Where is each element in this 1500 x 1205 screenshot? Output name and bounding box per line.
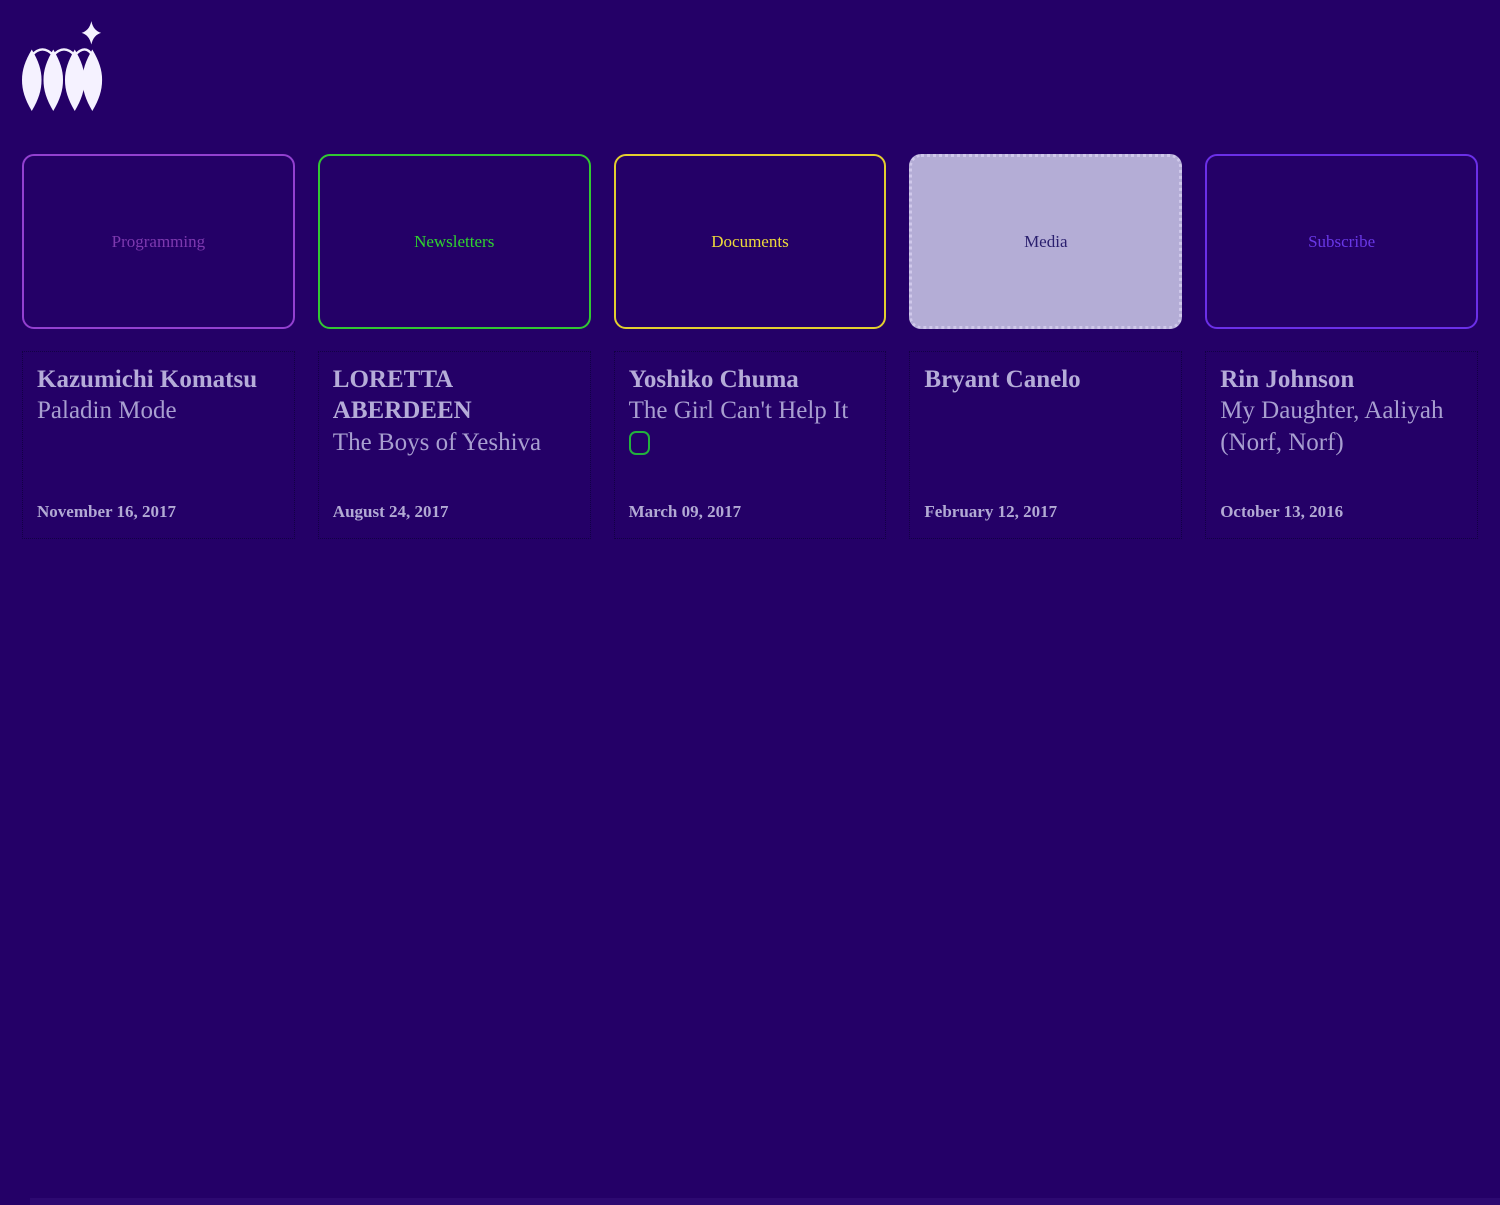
post-artist: Yoshiko Chuma bbox=[628, 366, 799, 393]
nav-item-label: Programming bbox=[111, 231, 206, 251]
nav-item-newsletters[interactable]: Newsletters bbox=[317, 154, 591, 329]
nav-item-label: Newsletters bbox=[414, 231, 495, 251]
horizontal-scrollbar[interactable] bbox=[30, 1198, 1500, 1205]
post-date: February 12, 2017 bbox=[924, 502, 1058, 521]
site-header bbox=[0, 0, 1500, 120]
post-card[interactable]: Rin Johnson My Daughter, Aaliyah (Norf, … bbox=[1205, 351, 1478, 539]
nav-item-label: Documents bbox=[711, 231, 789, 251]
mi-blackletter-logo-icon bbox=[22, 21, 103, 111]
page: Programming Newsletters Documents Media … bbox=[0, 0, 1500, 1205]
post-date: October 13, 2016 bbox=[1220, 502, 1344, 521]
post-card[interactable]: Yoshiko Chuma The Girl Can't Help It Mar… bbox=[613, 351, 887, 539]
nav-item-subscribe[interactable]: Subscribe bbox=[1205, 154, 1478, 329]
nav-item-media[interactable]: Media bbox=[909, 154, 1183, 329]
post-date: March 09, 2017 bbox=[628, 502, 742, 521]
nav-item-programming[interactable]: Programming bbox=[22, 154, 295, 329]
post-card-body: Bryant Canelo bbox=[924, 364, 1167, 395]
post-card[interactable]: Bryant Canelo February 12, 2017 bbox=[909, 351, 1183, 539]
post-card-body: Kazumichi Komatsu Paladin Mode bbox=[37, 364, 280, 427]
nav-item-label: Subscribe bbox=[1308, 231, 1376, 251]
post-artist: LORETTA ABERDEEN bbox=[332, 366, 472, 425]
post-date: November 16, 2017 bbox=[37, 502, 176, 521]
post-artist: Rin Johnson bbox=[1220, 366, 1355, 393]
post-title: My Daughter, Aaliyah (Norf, Norf) bbox=[1220, 397, 1444, 456]
post-card[interactable]: LORETTA ABERDEEN The Boys of Yeshiva Aug… bbox=[317, 351, 591, 539]
green-rounded-square-icon bbox=[628, 430, 650, 455]
posts-list: Kazumichi Komatsu Paladin Mode November … bbox=[0, 351, 1500, 539]
post-title: Paladin Mode bbox=[37, 397, 177, 425]
post-date: August 24, 2017 bbox=[332, 502, 449, 521]
post-card-body: Rin Johnson My Daughter, Aaliyah (Norf, … bbox=[1220, 364, 1463, 458]
post-card[interactable]: Kazumichi Komatsu Paladin Mode November … bbox=[22, 351, 295, 539]
nav-item-documents[interactable]: Documents bbox=[613, 154, 887, 329]
post-card-body: Yoshiko Chuma The Girl Can't Help It bbox=[628, 364, 872, 460]
post-artist: Kazumichi Komatsu bbox=[37, 366, 258, 393]
post-card-body: LORETTA ABERDEEN The Boys of Yeshiva bbox=[333, 364, 576, 458]
post-title: The Boys of Yeshiva bbox=[332, 428, 542, 456]
nav-item-label: Media bbox=[1024, 231, 1068, 251]
home-logo-link[interactable] bbox=[22, 15, 1500, 121]
post-title: The Girl Can't Help It bbox=[628, 397, 849, 425]
post-artist: Bryant Canelo bbox=[924, 366, 1081, 393]
primary-nav: Programming Newsletters Documents Media … bbox=[0, 154, 1500, 329]
